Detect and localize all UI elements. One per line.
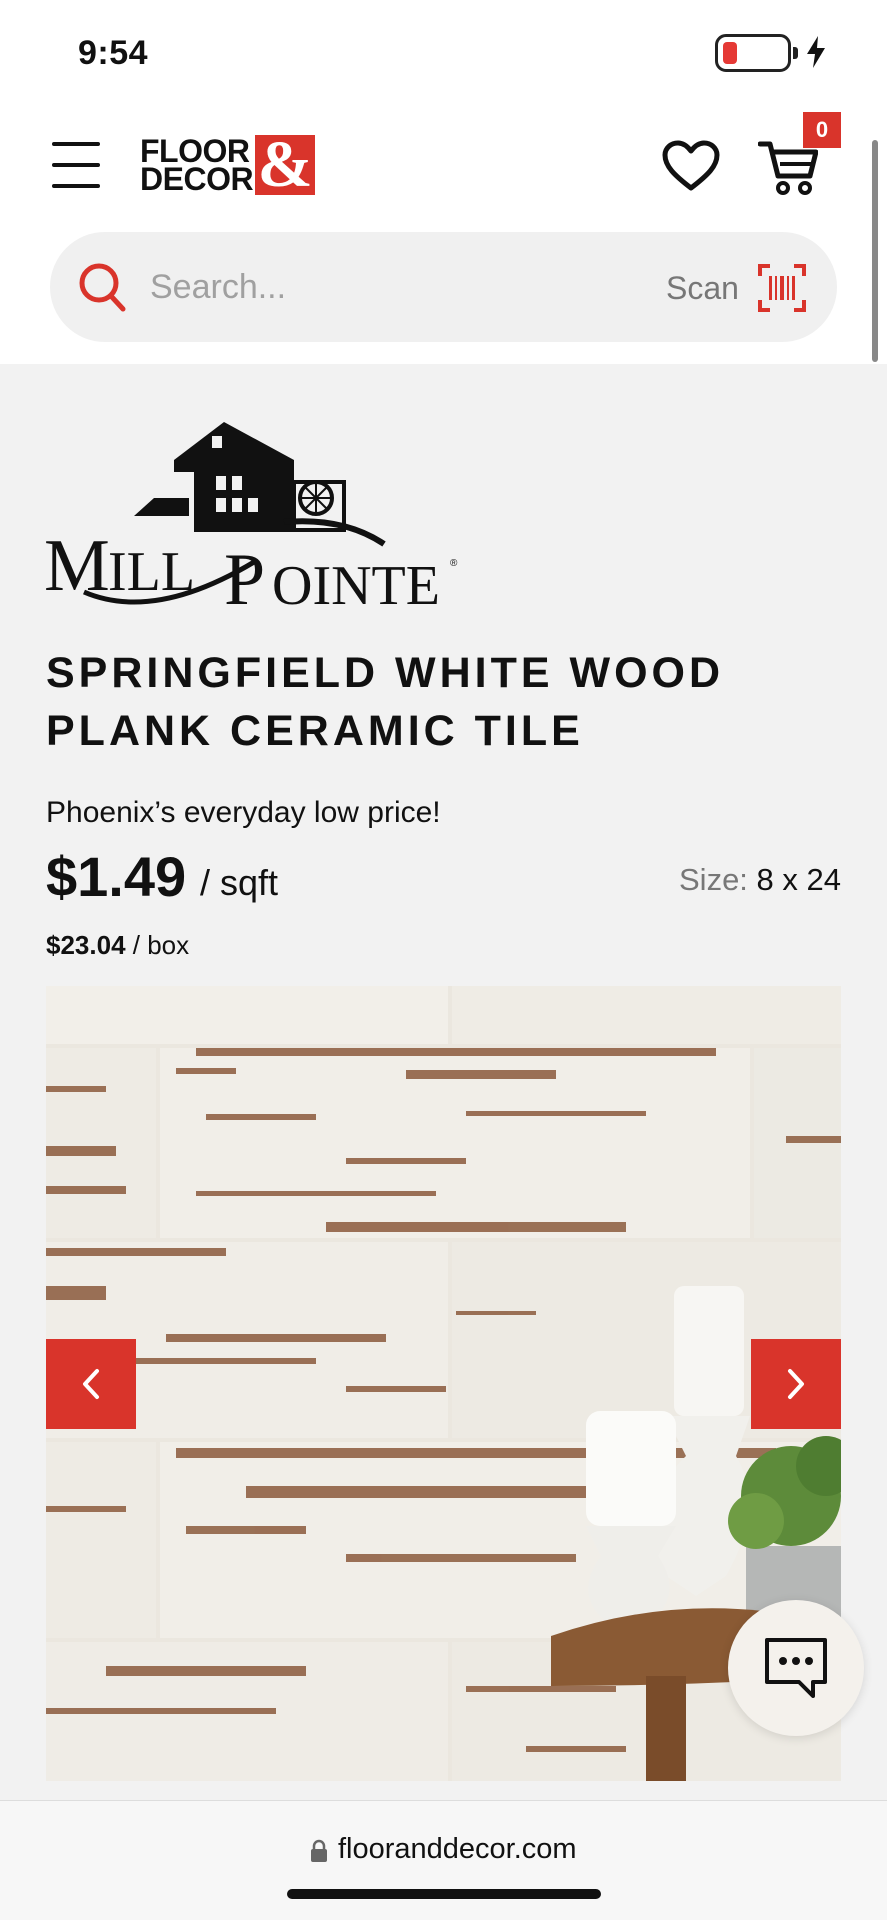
box-price-value: $23.04 xyxy=(46,930,126,960)
carousel-prev-button[interactable] xyxy=(46,1339,136,1429)
product-title-line-2: PLANK CERAMIC TILE xyxy=(46,707,584,755)
logo-line-decor: DECOR xyxy=(140,161,254,197)
menu-icon-bar xyxy=(52,163,100,167)
battery-tip xyxy=(793,47,798,59)
lock-icon xyxy=(311,1839,327,1862)
carousel-next-button[interactable] xyxy=(751,1339,841,1429)
size-info: Size: 8 x 24 xyxy=(679,862,841,898)
status-bar: 9:54 xyxy=(0,0,887,110)
charging-bolt-icon xyxy=(807,36,825,68)
menu-icon-bar xyxy=(52,184,100,188)
size-value: 8 x 24 xyxy=(756,862,841,897)
status-time: 9:54 xyxy=(78,34,149,72)
logo-ampersand: & xyxy=(255,132,316,198)
site-logo[interactable]: FLOOR DECOR & xyxy=(140,132,316,198)
price-unit: / sqft xyxy=(200,862,279,903)
box-price-unit: / box xyxy=(132,930,190,960)
product-title: SPRINGFIELD WHITE WOOD PLANK CERAMIC TIL… xyxy=(46,644,846,760)
site-header: FLOOR DECOR & xyxy=(0,110,887,230)
search-input[interactable] xyxy=(150,260,570,314)
svg-text:OINTE: OINTE xyxy=(272,555,440,612)
box-price: $23.04 / box xyxy=(46,930,189,961)
barcode-scan-icon[interactable] xyxy=(758,264,806,312)
search-bar[interactable]: Scan xyxy=(50,232,837,342)
price-per-sqft: $1.49 xyxy=(46,845,187,908)
menu-button[interactable] xyxy=(52,142,100,188)
product-content: M ILL P OINTE ® SPRINGFIELD WHITE WOOD P… xyxy=(0,364,887,1800)
battery-icon xyxy=(715,34,791,72)
product-title-line-1: SPRINGFIELD WHITE WOOD xyxy=(46,649,725,697)
scan-label[interactable]: Scan xyxy=(666,270,739,307)
url-text[interactable]: flooranddecor.com xyxy=(338,1833,577,1866)
product-image[interactable] xyxy=(46,986,841,1781)
cart-count-badge: 0 xyxy=(803,112,841,148)
page-scrollbar[interactable] xyxy=(872,140,878,362)
menu-icon-bar xyxy=(52,142,100,146)
chat-icon xyxy=(765,1638,827,1698)
svg-text:®: ® xyxy=(450,558,458,569)
chevron-left-icon xyxy=(83,1369,99,1399)
wishlist-heart-icon[interactable] xyxy=(662,140,720,192)
chevron-right-icon xyxy=(788,1369,804,1399)
mill-pointe-brand-logo[interactable]: M ILL P OINTE ® xyxy=(44,412,464,612)
logo-wordmark: FLOOR DECOR xyxy=(140,135,254,197)
home-indicator[interactable] xyxy=(287,1889,601,1899)
search-icon xyxy=(79,263,126,312)
price-note: Phoenix’s everyday low price! xyxy=(46,796,441,829)
chat-button[interactable] xyxy=(728,1600,864,1736)
size-label: Size: xyxy=(679,862,748,897)
browser-url-bar[interactable]: flooranddecor.com xyxy=(0,1800,887,1920)
